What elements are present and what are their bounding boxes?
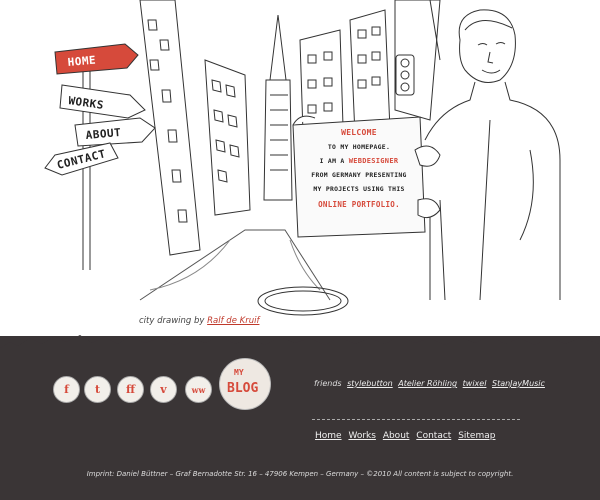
welcome-line: MY PROJECTS USING THIS [313,185,405,193]
friends-links: friends stylebutton Atelier Röhling twix… [314,379,545,388]
welcome-line: ONLINE PORTFOLIO. [318,200,400,209]
blog-label: BLOG [227,381,259,396]
welcome-heading: WELCOME [341,128,377,137]
welcome-line: I AM A WEBDESIGNER [319,157,399,165]
www-icon[interactable]: ww [185,376,212,403]
friend-link[interactable]: Atelier Röhling [398,379,457,388]
welcome-line: FROM GERMANY PRESENTING [311,171,407,179]
nav-contact-sign[interactable]: CONTACT [44,142,119,176]
imprint: Imprint: Daniel Büttner – Graf Bernadott… [86,470,514,478]
nav-about-sign[interactable]: ABOUT [74,117,156,147]
footer-menu: Home Works About Contact Sitemap [315,431,499,441]
friends-label: friends [314,379,342,388]
blog-button[interactable]: MY BLOG [219,358,271,410]
welcome-sign: WELCOME TO MY HOMEPAGE. I AM A WEBDESIGN… [293,117,425,235]
flickr-icon[interactable]: ff [117,376,144,403]
footer-sitemap-link[interactable]: Sitemap [458,431,495,441]
footer-about-link[interactable]: About [383,431,410,441]
nav-home-sign[interactable]: HOME [54,43,139,75]
footer-works-link[interactable]: Works [348,431,375,441]
welcome-line: TO MY HOMEPAGE. [327,143,391,151]
vimeo-icon[interactable]: v [150,376,177,403]
twitter-icon[interactable]: t [84,376,111,403]
blog-my-label: MY [234,368,244,377]
footer-contact-link[interactable]: Contact [416,431,451,441]
divider [312,419,520,420]
friend-link[interactable]: twixel [463,379,487,388]
friend-link[interactable]: stylebutton [347,379,393,388]
nav-home-label: HOME [67,54,97,69]
footer-home-link[interactable]: Home [315,431,342,441]
drawing-credit: city drawing by Ralf de Kruif [139,316,260,326]
facebook-icon[interactable]: f [53,376,80,403]
friend-link[interactable]: StanJayMusic [492,379,545,388]
grunge-edge [0,335,600,360]
nav-works-sign[interactable]: WORKS [59,84,146,119]
credit-author-link[interactable]: Ralf de Kruif [207,316,259,326]
